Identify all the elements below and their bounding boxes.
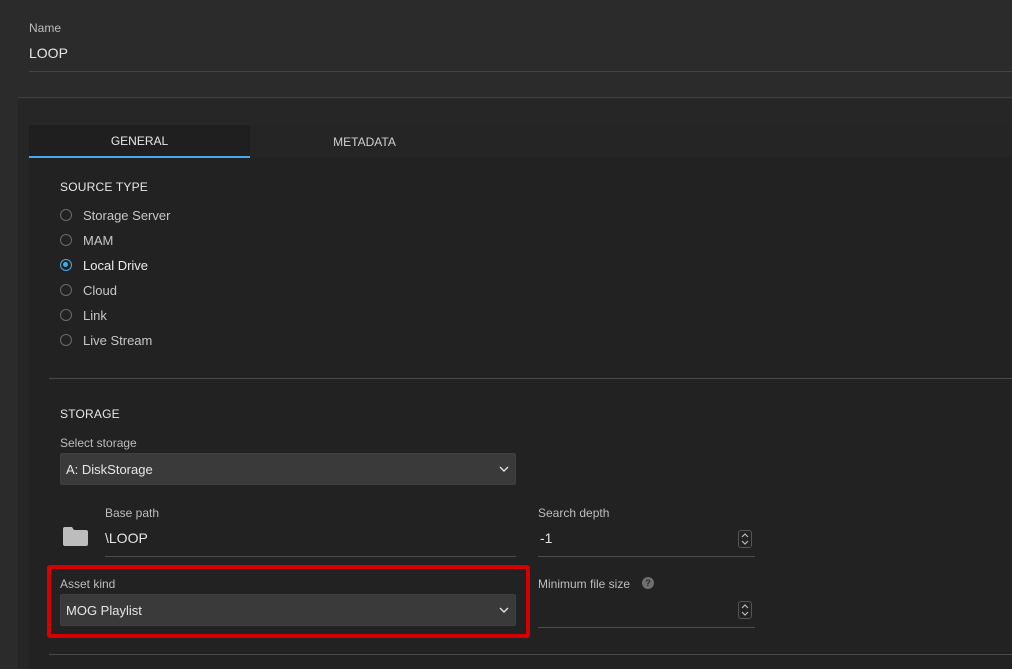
tab-general[interactable]: GENERAL — [29, 125, 250, 158]
radio-storage-server[interactable]: Storage Server — [60, 205, 170, 225]
min-file-size-stepper[interactable] — [738, 601, 752, 619]
folder-icon[interactable] — [62, 526, 89, 547]
radio-button[interactable] — [60, 234, 72, 246]
min-file-size-label: Minimum file size — [538, 577, 631, 591]
radio-label: Local Drive — [83, 257, 149, 273]
radio-button[interactable] — [60, 309, 72, 321]
radio-label: Live Stream — [83, 332, 153, 348]
tab-bar: GENERAL METADATA — [29, 125, 1012, 158]
select-storage-value: A: DiskStorage — [66, 461, 153, 477]
name-input[interactable]: LOOP — [29, 45, 68, 61]
source-type-title: SOURCE TYPE — [60, 180, 148, 194]
name-panel: Name LOOP — [0, 0, 1012, 98]
search-depth-stepper[interactable] — [738, 530, 752, 548]
storage-title: STORAGE — [60, 407, 120, 421]
radio-local-drive[interactable]: Local Drive — [60, 255, 148, 275]
select-storage-dropdown[interactable]: A: DiskStorage — [60, 453, 516, 485]
select-storage-label: Select storage — [60, 436, 137, 450]
search-depth-label: Search depth — [538, 506, 610, 520]
section-divider — [49, 378, 1012, 379]
radio-label: MAM — [83, 232, 114, 248]
radio-cloud[interactable]: Cloud — [60, 280, 117, 300]
search-depth-input[interactable]: -1 — [540, 530, 552, 546]
base-path-underline — [105, 556, 516, 557]
bottom-divider — [49, 654, 1012, 655]
stepper-icon — [741, 604, 749, 616]
radio-button[interactable] — [60, 284, 72, 296]
radio-label: Link — [83, 307, 107, 323]
divider — [18, 97, 1012, 98]
min-file-size-underline — [538, 627, 755, 628]
radio-label: Storage Server — [83, 207, 171, 223]
radio-mam[interactable]: MAM — [60, 230, 113, 250]
stepper-icon — [741, 533, 749, 545]
chevron-down-icon — [499, 466, 509, 472]
search-depth-underline — [538, 556, 755, 557]
radio-live-stream[interactable]: Live Stream — [60, 330, 152, 350]
name-underline — [29, 71, 1012, 72]
help-icon[interactable]: ? — [642, 577, 654, 589]
radio-button[interactable] — [60, 209, 72, 221]
name-label: Name — [29, 21, 62, 35]
radio-button[interactable] — [60, 259, 72, 271]
base-path-input[interactable]: \LOOP — [105, 530, 148, 546]
tab-metadata[interactable]: METADATA — [254, 125, 475, 158]
radio-button[interactable] — [60, 334, 72, 346]
base-path-label: Base path — [105, 506, 160, 520]
radio-link[interactable]: Link — [60, 305, 107, 325]
highlight-box — [47, 565, 530, 638]
radio-label: Cloud — [83, 282, 117, 298]
